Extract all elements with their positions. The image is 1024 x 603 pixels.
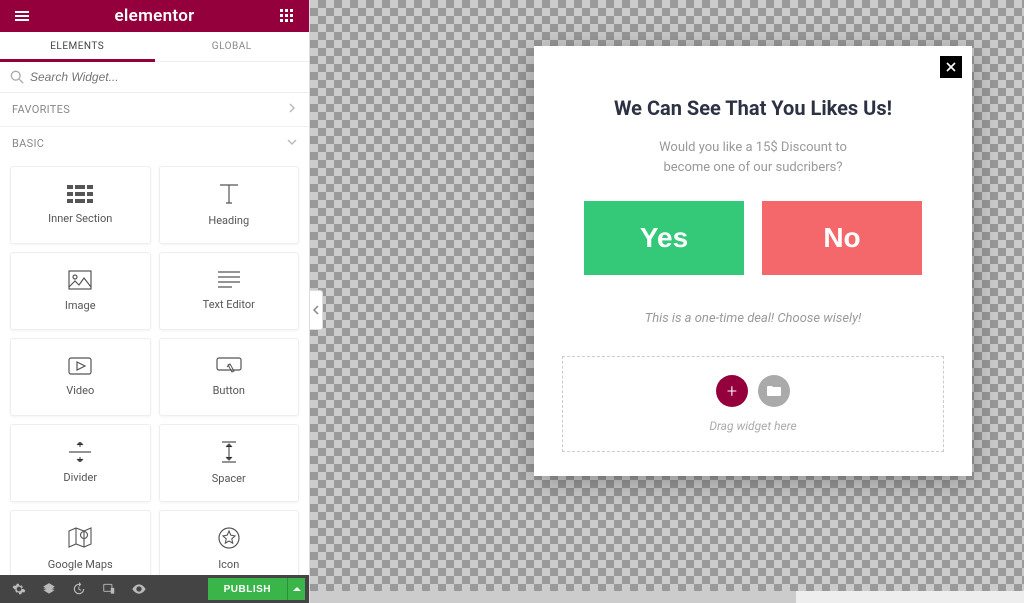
gear-icon: [12, 582, 26, 596]
yes-button[interactable]: Yes: [584, 201, 744, 275]
settings-button[interactable]: [4, 575, 34, 603]
tab-global[interactable]: GLOBAL: [155, 32, 310, 61]
panel-footer: PUBLISH: [0, 575, 309, 603]
section-basic[interactable]: BASIC: [0, 126, 309, 160]
chevron-left-icon: [312, 305, 320, 315]
widget-image[interactable]: Image: [10, 252, 151, 330]
widget-label: Button: [213, 385, 245, 397]
eye-icon: [131, 581, 147, 597]
publish-group: PUBLISH: [208, 578, 305, 600]
panel-collapse-handle[interactable]: [310, 290, 323, 330]
section-favorites[interactable]: FAVORITES: [0, 93, 309, 126]
hamburger-icon: [14, 8, 30, 24]
modal-note: This is a one-time deal! Choose wisely!: [562, 311, 944, 326]
star-icon: [218, 527, 240, 549]
editor-canvas[interactable]: We Can See That You Likes Us! Would you …: [310, 0, 1024, 603]
section-favorites-label: FAVORITES: [12, 103, 70, 116]
navigator-button[interactable]: [34, 575, 64, 603]
widget-label: Divider: [63, 472, 97, 484]
add-section-button[interactable]: +: [716, 375, 748, 407]
button-icon: [216, 357, 242, 375]
video-icon: [68, 357, 92, 375]
close-button[interactable]: [940, 56, 962, 78]
chevron-down-icon: [287, 137, 297, 150]
close-icon: [946, 62, 956, 72]
publish-dropdown[interactable]: [287, 578, 305, 600]
widget-google-maps[interactable]: Google Maps: [10, 510, 151, 575]
tab-elements[interactable]: ELEMENTS: [0, 32, 155, 61]
search-icon: [10, 70, 24, 84]
divider-icon: [69, 442, 91, 462]
popup-modal: We Can See That You Likes Us! Would you …: [534, 46, 972, 476]
yes-label: Yes: [640, 222, 688, 254]
layers-icon: [42, 582, 56, 596]
widget-label: Image: [65, 300, 96, 312]
spacer-icon: [218, 441, 240, 463]
footer-left-icons: [4, 575, 154, 603]
caret-up-icon: [293, 585, 301, 593]
widget-label: Inner Section: [48, 213, 112, 225]
widget-spacer[interactable]: Spacer: [159, 424, 300, 502]
brand-logo: elementor: [114, 6, 194, 26]
widgets-grid: Inner Section Heading Image Text Editor …: [0, 160, 309, 575]
apps-grid-icon: [280, 9, 294, 23]
search-input[interactable]: [30, 70, 299, 84]
widget-inner-section[interactable]: Inner Section: [10, 166, 151, 244]
widget-label: Google Maps: [48, 559, 113, 571]
apps-button[interactable]: [271, 0, 303, 32]
widget-heading[interactable]: Heading: [159, 166, 300, 244]
no-button[interactable]: No: [762, 201, 922, 275]
plus-icon: +: [727, 381, 737, 402]
tab-global-label: GLOBAL: [212, 41, 252, 52]
modal-subtitle: Would you like a 15$ Discount to become …: [562, 138, 944, 177]
elementor-panel: elementor ELEMENTS GLOBAL FAVORITES BASI…: [0, 0, 310, 603]
widget-label: Heading: [208, 215, 249, 227]
modal-buttons: Yes No: [562, 201, 944, 275]
dropzone-buttons: +: [716, 375, 790, 407]
widget-label: Icon: [218, 559, 239, 571]
add-section-dropzone[interactable]: + Drag widget here: [562, 356, 944, 452]
devices-icon: [102, 582, 116, 596]
history-icon: [72, 582, 86, 596]
tab-elements-label: ELEMENTS: [50, 41, 104, 52]
widget-video[interactable]: Video: [10, 338, 151, 416]
modal-sub-line1: Would you like a 15$ Discount to: [562, 138, 944, 158]
modal-title: We Can See That You Likes Us!: [562, 96, 944, 120]
widget-label: Spacer: [212, 473, 246, 485]
publish-button[interactable]: PUBLISH: [208, 578, 287, 600]
responsive-button[interactable]: [94, 575, 124, 603]
widget-text-editor[interactable]: Text Editor: [159, 252, 300, 330]
chevron-right-icon: [287, 103, 297, 116]
columns-icon: [67, 185, 93, 203]
no-label: No: [823, 222, 860, 254]
text-lines-icon: [218, 271, 240, 289]
map-pin-icon: [68, 527, 92, 549]
history-button[interactable]: [64, 575, 94, 603]
widget-icon[interactable]: Icon: [159, 510, 300, 575]
horizontal-scrollbar[interactable]: [310, 591, 1024, 603]
scroll-thumb[interactable]: [310, 591, 796, 603]
publish-label: PUBLISH: [224, 584, 271, 595]
section-basic-label: BASIC: [12, 137, 44, 150]
widget-button[interactable]: Button: [159, 338, 300, 416]
folder-icon: [767, 385, 781, 397]
dropzone-text: Drag widget here: [709, 419, 796, 433]
preview-button[interactable]: [124, 575, 154, 603]
widget-divider[interactable]: Divider: [10, 424, 151, 502]
widget-label: Video: [66, 385, 94, 397]
heading-icon: [218, 183, 240, 205]
modal-sub-line2: become one of our sudcribers?: [562, 158, 944, 178]
menu-button[interactable]: [6, 0, 38, 32]
search-row: [0, 62, 309, 93]
panel-header: elementor: [0, 0, 309, 32]
image-icon: [68, 270, 92, 290]
widget-label: Text Editor: [203, 299, 255, 311]
panel-tabs: ELEMENTS GLOBAL: [0, 32, 309, 62]
add-template-button[interactable]: [758, 375, 790, 407]
